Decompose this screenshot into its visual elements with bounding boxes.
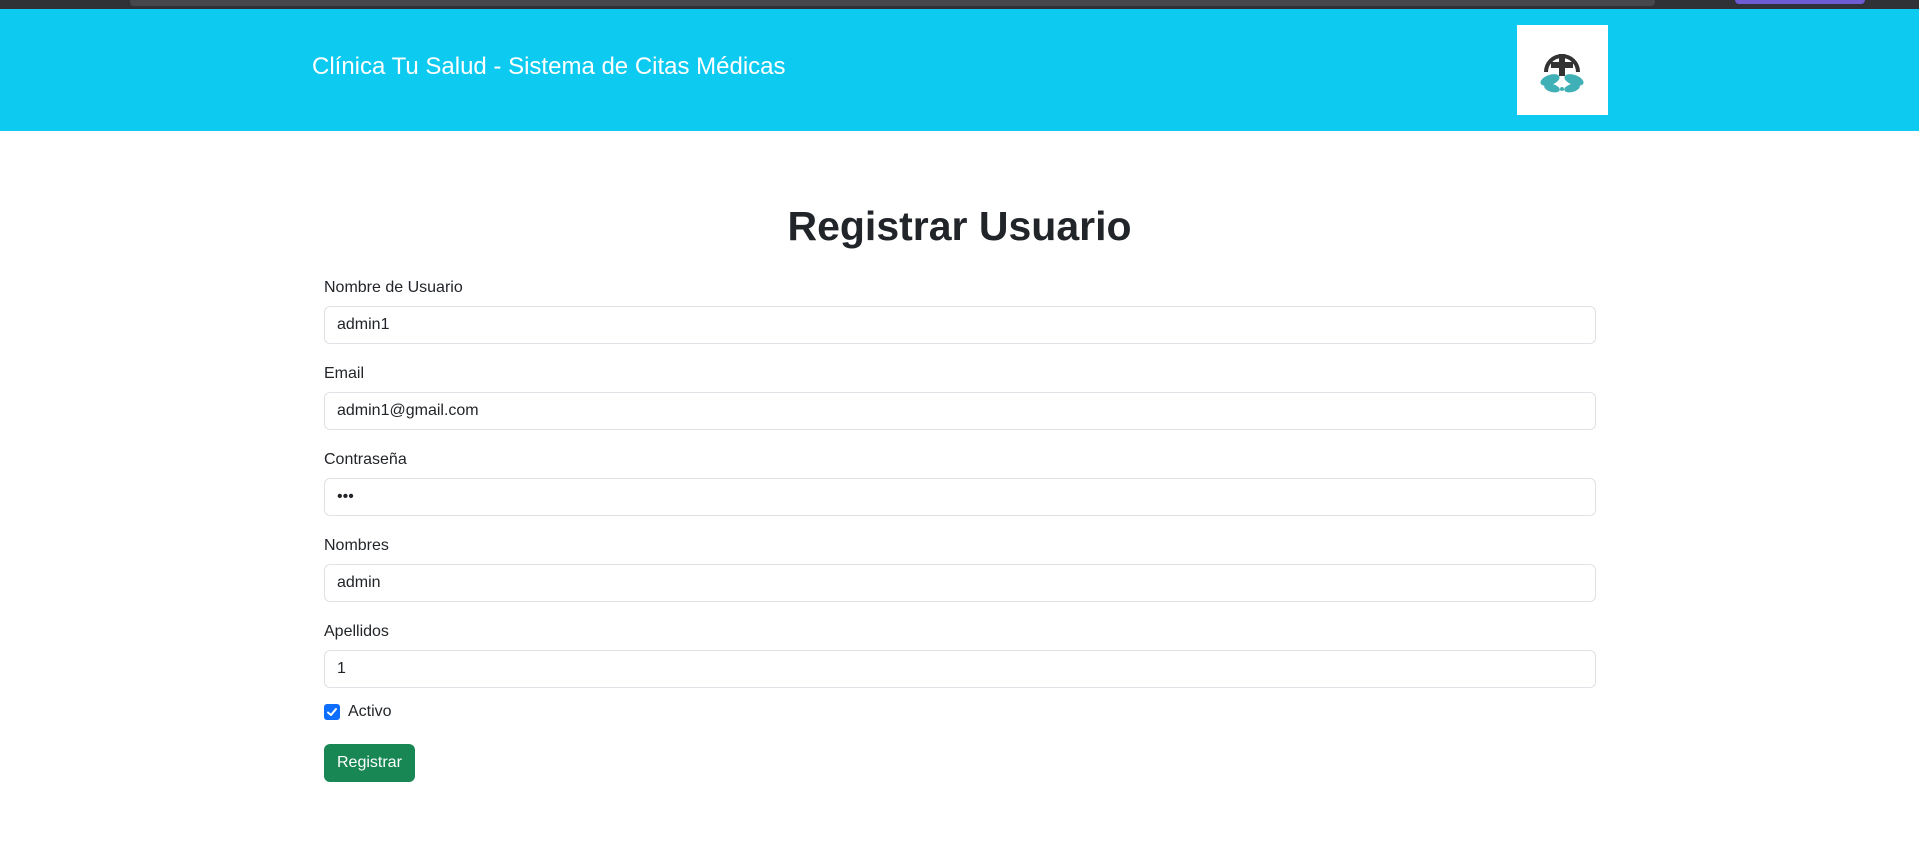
clinic-logo[interactable] — [1517, 25, 1608, 115]
active-checkbox-label[interactable]: Activo — [348, 703, 392, 721]
active-checkbox-row: Activo — [324, 698, 1596, 726]
username-group: Nombre de Usuario — [324, 270, 1596, 344]
medical-cross-leaves-icon — [1540, 54, 1584, 93]
first-names-group: Nombres — [324, 528, 1596, 602]
page-title: Registrar Usuario — [787, 203, 1132, 249]
last-names-input[interactable] — [324, 650, 1596, 688]
site-header: Clínica Tu Salud - Sistema de Citas Médi… — [0, 9, 1919, 131]
email-group: Email — [324, 356, 1596, 430]
site-title[interactable]: Clínica Tu Salud - Sistema de Citas Médi… — [312, 53, 786, 81]
password-label: Contraseña — [324, 451, 407, 468]
first-names-label: Nombres — [324, 537, 389, 554]
browser-accent-tab — [1735, 0, 1865, 4]
password-input[interactable] — [324, 478, 1596, 516]
password-group: Contraseña — [324, 442, 1596, 516]
username-input[interactable] — [324, 306, 1596, 344]
browser-top-strip — [0, 0, 1919, 9]
checkmark-icon — [327, 708, 337, 716]
email-label: Email — [324, 365, 365, 382]
active-checkbox[interactable] — [324, 704, 340, 720]
register-user-form: Nombre de Usuario Email Contraseña Nombr… — [324, 270, 1596, 782]
last-names-label: Apellidos — [324, 623, 389, 640]
last-names-group: Apellidos — [324, 614, 1596, 688]
email-input[interactable] — [324, 392, 1596, 430]
first-names-input[interactable] — [324, 564, 1596, 602]
register-button[interactable]: Registrar — [324, 744, 415, 782]
username-label: Nombre de Usuario — [324, 279, 463, 296]
browser-tab-bar — [130, 0, 1655, 6]
